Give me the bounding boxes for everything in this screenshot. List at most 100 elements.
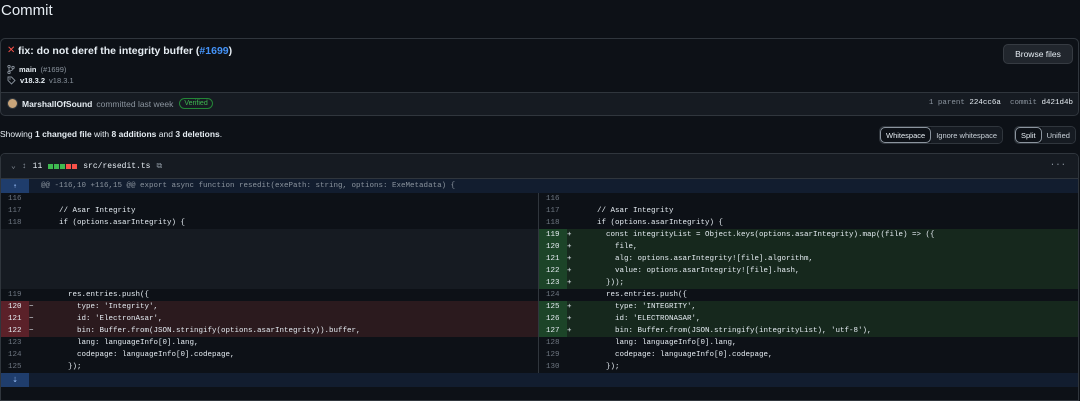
branch-row: main (#1699) bbox=[7, 65, 66, 74]
chevron-down-icon[interactable]: ⌄ bbox=[11, 161, 16, 171]
expand-up-icon[interactable]: ⇡ bbox=[1, 179, 29, 193]
diff-line bbox=[1, 265, 538, 277]
code-text: })); bbox=[579, 279, 625, 287]
ignore-whitespace-button[interactable]: Ignore whitespace bbox=[931, 127, 1003, 143]
diffstat-squares bbox=[48, 163, 78, 169]
line-number[interactable]: 124 bbox=[1, 349, 29, 361]
code-text: res.entries.push({ bbox=[41, 291, 150, 299]
diff-marker: + bbox=[567, 255, 572, 263]
verified-badge[interactable]: Verified bbox=[179, 98, 213, 109]
code-text: file, bbox=[579, 243, 638, 251]
line-number[interactable]: 126 bbox=[539, 313, 567, 325]
line-number[interactable] bbox=[1, 241, 29, 253]
line-number[interactable]: 129 bbox=[539, 349, 567, 361]
line-number[interactable]: 123 bbox=[1, 337, 29, 349]
split-button[interactable]: Split bbox=[1015, 127, 1042, 143]
line-number[interactable]: 116 bbox=[1, 193, 29, 205]
copy-icon[interactable]: ⧉ bbox=[156, 162, 162, 171]
line-number[interactable]: 117 bbox=[1, 205, 29, 217]
tag-row: v18.3.2 v18.3.1 bbox=[7, 76, 74, 85]
line-number[interactable]: 118 bbox=[539, 217, 567, 229]
parent-label: 1 parent bbox=[928, 99, 965, 107]
line-number[interactable]: 122 bbox=[1, 325, 29, 337]
line-number[interactable]: 130 bbox=[539, 361, 567, 373]
line-number[interactable]: 118 bbox=[1, 217, 29, 229]
code-text: if (options.asarIntegrity) { bbox=[41, 219, 186, 227]
diff-line: 121− id: 'ElectronAsar', bbox=[1, 313, 538, 325]
line-number[interactable]: 122 bbox=[539, 265, 567, 277]
tag-current[interactable]: v18.3.2 bbox=[20, 76, 45, 85]
diff-line: 116 bbox=[1, 193, 538, 205]
line-number[interactable]: 119 bbox=[1, 289, 29, 301]
code-text: type: 'INTEGRITY', bbox=[579, 303, 697, 311]
line-number[interactable] bbox=[1, 253, 29, 265]
code-text: id: 'ELECTRONASAR', bbox=[579, 315, 701, 323]
avatar[interactable] bbox=[7, 98, 18, 109]
browse-files-button[interactable]: Browse files bbox=[1003, 44, 1073, 64]
diff-line: 120− type: 'Integrity', bbox=[1, 301, 538, 313]
diff-marker: − bbox=[29, 303, 34, 311]
branch-name[interactable]: main bbox=[19, 65, 37, 74]
parent-hash[interactable]: 224cc6a bbox=[969, 99, 1001, 107]
code-text: const integrityList = Object.keys(option… bbox=[579, 231, 935, 239]
summary-with: with bbox=[94, 129, 110, 139]
diff-line: 121 + alg: options.asarIntegrity![file].a… bbox=[539, 253, 1078, 265]
expand-icon[interactable]: ↕ bbox=[22, 162, 27, 171]
unified-button[interactable]: Unified bbox=[1041, 127, 1075, 143]
right-diff-side: 116 117 // Asar Integrity 118 if (options.… bbox=[539, 193, 1078, 373]
line-number[interactable]: 120 bbox=[539, 241, 567, 253]
line-number[interactable]: 128 bbox=[539, 337, 567, 349]
diff-line: 122− bin: Buffer.from(JSON.stringify(opt… bbox=[1, 325, 538, 337]
diff-line bbox=[1, 229, 538, 241]
author-row: MarshallOfSound committed last week Veri… bbox=[7, 98, 213, 109]
line-number[interactable]: 127 bbox=[539, 325, 567, 337]
code-text: res.entries.push({ bbox=[579, 291, 688, 299]
code-text: // Asar Integrity bbox=[579, 207, 674, 215]
pr-link[interactable]: #1699 bbox=[199, 45, 228, 57]
line-number[interactable]: 121 bbox=[539, 253, 567, 265]
branch-pr[interactable]: (#1699) bbox=[41, 65, 67, 74]
line-number[interactable]: 117 bbox=[539, 205, 567, 217]
code-text: codepage: languageInfo[0].codepage, bbox=[579, 351, 773, 359]
line-number[interactable] bbox=[1, 265, 29, 277]
line-number[interactable]: 116 bbox=[539, 193, 567, 205]
line-number[interactable]: 119 bbox=[539, 229, 567, 241]
diff-rows: 116 117 // Asar Integrity 118 if (options.… bbox=[1, 193, 1078, 373]
summary-and: and bbox=[158, 129, 173, 139]
line-number[interactable]: 125 bbox=[1, 361, 29, 373]
summary-additions: 8 additions bbox=[111, 129, 157, 139]
diff-line: 123 lang: languageInfo[0].lang, bbox=[1, 337, 538, 349]
code-text: codepage: languageInfo[0].codepage, bbox=[41, 351, 235, 359]
diff-line bbox=[1, 253, 538, 265]
committed-text: committed last week bbox=[96, 98, 174, 109]
diff-marker: − bbox=[29, 327, 34, 335]
file-path[interactable]: src/resedit.ts bbox=[83, 162, 150, 171]
code-text: lang: languageInfo[0].lang, bbox=[41, 339, 199, 347]
view-toggle: Split Unified bbox=[1014, 126, 1076, 144]
failed-status-icon[interactable]: ✕ bbox=[7, 45, 15, 56]
commit-hash[interactable]: d421d4b bbox=[1041, 99, 1073, 107]
line-number[interactable] bbox=[1, 277, 29, 289]
expand-down-icon[interactable]: ⇣ bbox=[1, 373, 29, 387]
line-number[interactable]: 120 bbox=[1, 301, 29, 313]
line-number[interactable]: 123 bbox=[539, 277, 567, 289]
line-number[interactable]: 125 bbox=[539, 301, 567, 313]
parent-info: 1 parent 224cc6a commit d421d4b bbox=[929, 99, 1073, 107]
line-number[interactable]: 124 bbox=[539, 289, 567, 301]
page-title: Commit bbox=[1, 2, 53, 19]
code-text: }); bbox=[579, 363, 620, 371]
diff-line: 117 // Asar Integrity bbox=[1, 205, 538, 217]
line-number[interactable]: 121 bbox=[1, 313, 29, 325]
branch-icon bbox=[7, 65, 15, 74]
diff-marker: − bbox=[29, 315, 34, 323]
line-number[interactable] bbox=[1, 229, 29, 241]
author-name[interactable]: MarshallOfSound bbox=[22, 99, 92, 109]
more-options-icon[interactable]: ··· bbox=[1050, 160, 1066, 170]
commit-header: ✕ fix: do not deref the integrity buffer… bbox=[1, 39, 1078, 93]
diff-marker: + bbox=[567, 315, 572, 323]
tag-previous[interactable]: v18.3.1 bbox=[49, 76, 74, 85]
hunk-header-text: @@ -116,10 +116,15 @@ export async funct… bbox=[41, 182, 456, 190]
left-diff-side: 116 117 // Asar Integrity 118 if (options.… bbox=[1, 193, 539, 373]
diff-line: 118 if (options.asarIntegrity) { bbox=[539, 217, 1078, 229]
whitespace-button[interactable]: Whitespace bbox=[880, 127, 932, 143]
